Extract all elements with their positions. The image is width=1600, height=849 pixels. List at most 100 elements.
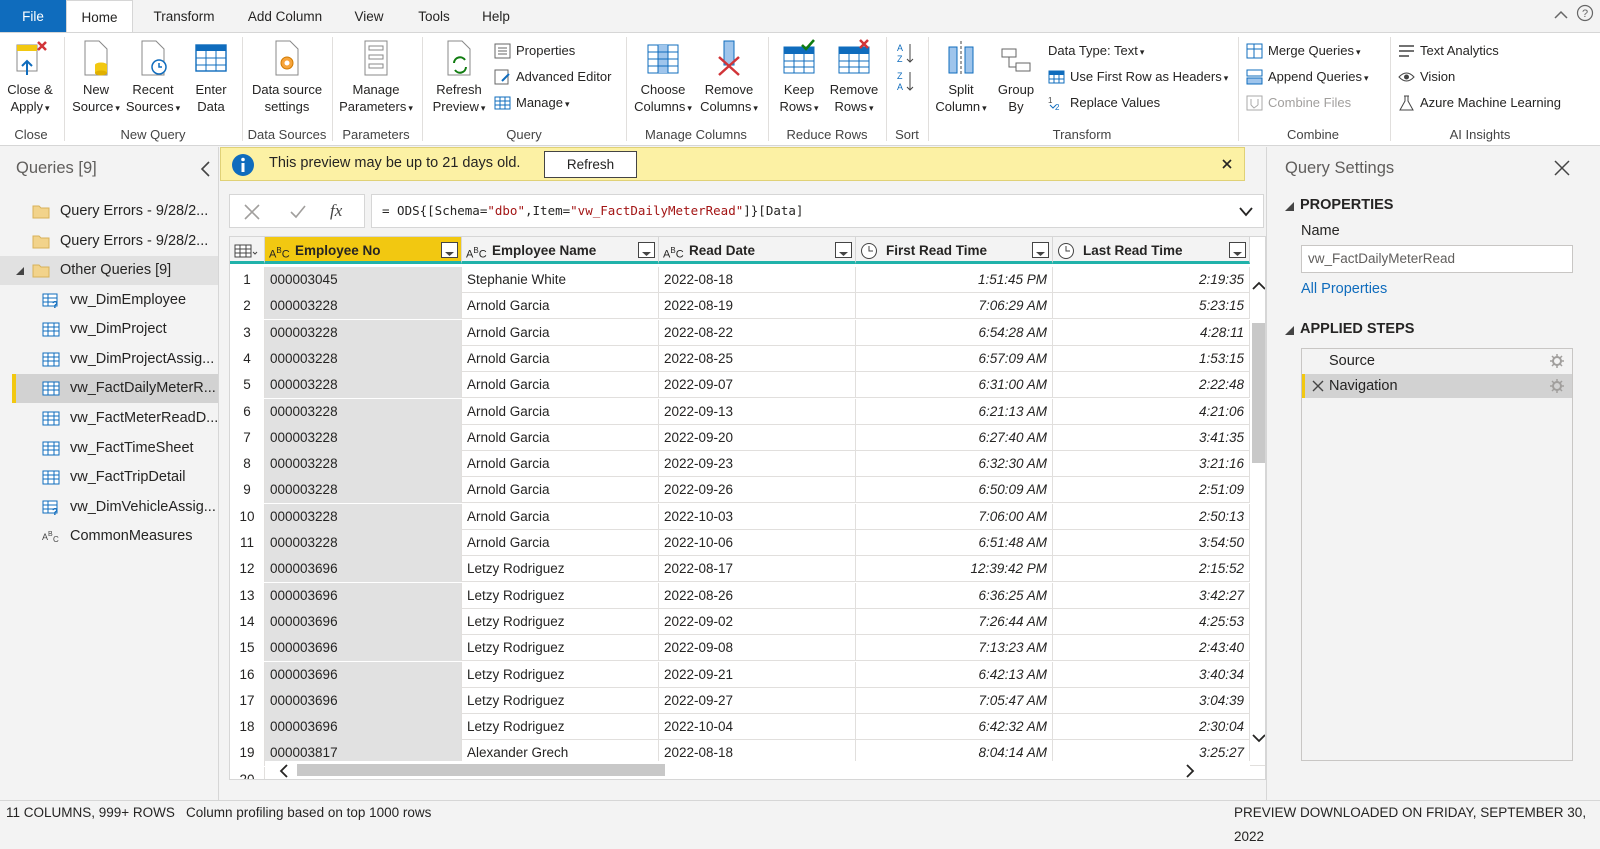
query-vw-facttripdetail[interactable]: vw_FactTripDetail — [0, 463, 218, 492]
filter-dropdown-icon[interactable] — [638, 242, 655, 258]
collapse-triangle-icon[interactable] — [1285, 202, 1295, 212]
table-cell[interactable]: 2022-08-17 — [659, 556, 856, 583]
use-first-row-headers-button[interactable]: Use First Row as Headers ▾ — [1048, 66, 1228, 88]
delete-step-icon[interactable] — [1312, 380, 1324, 392]
table-cell[interactable]: 3:42:27 — [1053, 582, 1250, 609]
table-cell[interactable]: 000003696 — [265, 608, 462, 635]
table-cell[interactable]: 7:06:00 AM — [856, 503, 1053, 530]
table-cell[interactable]: 7:13:23 AM — [856, 635, 1053, 662]
table-row[interactable]: 11 000003228 Arnold Garcia 2022-10-06 6:51:4… — [230, 530, 1265, 556]
sort-descending-icon[interactable]: ZA — [896, 69, 916, 93]
table-cell[interactable]: 2022-08-19 — [659, 293, 856, 320]
group-by-button[interactable]: Group By — [990, 39, 1042, 115]
table-cell[interactable]: 6:32:30 AM — [856, 451, 1053, 478]
table-row[interactable]: 17 000003696 Letzy Rodriguez 2022-09-27 7:05… — [230, 687, 1265, 714]
table-cell[interactable]: 000003228 — [265, 398, 462, 425]
table-cell[interactable]: 1:53:15 — [1053, 345, 1250, 372]
table-cell[interactable]: Arnold Garcia — [462, 451, 659, 478]
table-cell[interactable]: 2:51:09 — [1053, 477, 1250, 504]
close-apply-button[interactable]: Close & Apply ▾ — [2, 39, 58, 117]
table-row[interactable]: 1 000003045 Stephanie White 2022-08-18 1:51:… — [230, 267, 1265, 293]
query-vw-dimprojectassig[interactable]: vw_DimProjectAssig... — [0, 345, 218, 374]
refresh-button[interactable]: Refresh — [544, 151, 637, 178]
table-cell[interactable]: 000003228 — [265, 345, 462, 372]
table-row[interactable]: 8 000003228 Arnold Garcia 2022-09-23 6:32:30… — [230, 451, 1265, 478]
vertical-scrollbar[interactable] — [1250, 267, 1265, 757]
table-cell[interactable]: 2022-09-07 — [659, 372, 856, 399]
table-cell[interactable]: 6:31:00 AM — [856, 372, 1053, 399]
table-cell[interactable]: 2022-09-23 — [659, 451, 856, 478]
table-cell[interactable]: 2022-09-26 — [659, 477, 856, 504]
query-commonmeasures[interactable]: ABC CommonMeasures — [0, 522, 218, 551]
table-row[interactable]: 12 000003696 Letzy Rodriguez 2022-08-17 12:3… — [230, 556, 1265, 583]
table-cell[interactable]: 000003228 — [265, 319, 462, 346]
table-cell[interactable]: 000003045 — [265, 267, 462, 293]
manage-button[interactable]: Manage ▾ — [494, 92, 570, 114]
table-row[interactable]: 6 000003228 Arnold Garcia 2022-09-13 6:21:13… — [230, 398, 1265, 425]
table-row[interactable]: 13 000003696 Letzy Rodriguez 2022-08-26 6:36… — [230, 582, 1265, 609]
table-cell[interactable]: 000003696 — [265, 582, 462, 609]
chevron-down-icon[interactable] — [1238, 205, 1254, 219]
fx-icon[interactable]: fx — [330, 201, 342, 221]
step-navigation[interactable]: Navigation — [1302, 374, 1572, 398]
table-cell[interactable]: 4:28:11 — [1053, 319, 1250, 346]
table-cell[interactable]: Arnold Garcia — [462, 398, 659, 425]
table-cell[interactable]: 2022-09-27 — [659, 687, 856, 714]
refresh-preview-button[interactable]: Refresh Preview ▾ — [426, 39, 492, 117]
horizontal-scroll-thumb[interactable] — [297, 764, 665, 776]
table-cell[interactable]: Arnold Garcia — [462, 530, 659, 556]
table-cell[interactable]: 7:06:29 AM — [856, 293, 1053, 320]
table-cell[interactable]: 6:27:40 AM — [856, 424, 1053, 451]
table-cell[interactable]: 3:21:16 — [1053, 451, 1250, 478]
combine-files-button[interactable]: Combine Files — [1246, 92, 1351, 114]
table-cell[interactable]: 2022-08-25 — [659, 345, 856, 372]
vertical-scroll-thumb[interactable] — [1252, 323, 1265, 463]
table-cell[interactable]: 3:54:50 — [1053, 530, 1250, 556]
table-cell[interactable]: 7:26:44 AM — [856, 608, 1053, 635]
query-vw-factdailymeterread[interactable]: vw_FactDailyMeterR... — [12, 374, 218, 403]
replace-values-button[interactable]: 12 Replace Values — [1048, 92, 1160, 114]
new-source-button[interactable]: New Source ▾ — [68, 39, 124, 117]
properties-button[interactable]: Properties — [494, 40, 575, 62]
query-folder-errors-2[interactable]: Query Errors - 9/28/2... — [0, 227, 218, 256]
table-cell[interactable]: 2022-10-06 — [659, 530, 856, 556]
filter-dropdown-icon[interactable] — [1032, 242, 1049, 258]
split-column-button[interactable]: Split Column ▾ — [932, 39, 990, 117]
table-cell[interactable]: 7:05:47 AM — [856, 687, 1053, 714]
table-cell[interactable]: 000003228 — [265, 451, 462, 478]
table-cell[interactable]: Letzy Rodriguez — [462, 635, 659, 662]
manage-parameters-button[interactable]: Manage Parameters ▾ — [336, 39, 416, 117]
query-vw-facttimesheet[interactable]: vw_FactTimeSheet — [0, 434, 218, 463]
table-cell[interactable]: 000003696 — [265, 635, 462, 662]
recent-sources-button[interactable]: Recent Sources ▾ — [124, 39, 182, 117]
table-cell[interactable]: Letzy Rodriguez — [462, 687, 659, 714]
table-cell[interactable]: 000003228 — [265, 372, 462, 399]
gear-icon[interactable] — [1550, 354, 1564, 368]
table-cell[interactable]: 6:57:09 AM — [856, 345, 1053, 372]
filter-dropdown-icon[interactable] — [1229, 242, 1246, 258]
filter-dropdown-icon[interactable] — [835, 242, 852, 258]
all-properties-link[interactable]: All Properties — [1301, 281, 1387, 297]
table-cell[interactable]: 000003228 — [265, 293, 462, 320]
tab-file[interactable]: File — [0, 0, 66, 32]
table-cell[interactable]: 000003228 — [265, 503, 462, 530]
table-cell[interactable]: 000003696 — [265, 556, 462, 583]
collapse-pane-icon[interactable] — [198, 159, 214, 179]
table-cell[interactable]: 000003696 — [265, 687, 462, 714]
table-cell[interactable]: 2:30:04 — [1053, 714, 1250, 741]
tab-add-column[interactable]: Add Column — [236, 0, 334, 32]
column-header-employee-name[interactable]: ABC Employee Name — [462, 237, 659, 264]
table-cell[interactable]: 6:36:25 AM — [856, 582, 1053, 609]
column-header-first-read-time[interactable]: First Read Time — [856, 237, 1053, 264]
remove-rows-button[interactable]: Remove Rows ▾ — [826, 39, 882, 117]
table-cell[interactable]: 2022-08-26 — [659, 582, 856, 609]
table-cell[interactable]: 2022-09-02 — [659, 608, 856, 635]
table-cell[interactable]: 2:22:48 — [1053, 372, 1250, 399]
table-cell[interactable]: 6:51:48 AM — [856, 530, 1053, 556]
query-vw-factmeterreadd[interactable]: vw_FactMeterReadD... — [0, 404, 218, 433]
query-folder-errors-1[interactable]: Query Errors - 9/28/2... — [0, 197, 218, 226]
table-cell[interactable]: 2022-09-21 — [659, 661, 856, 688]
table-cell[interactable]: Letzy Rodriguez — [462, 556, 659, 583]
table-row[interactable]: 14 000003696 Letzy Rodriguez 2022-09-02 7:26… — [230, 608, 1265, 635]
table-cell[interactable]: 2022-10-04 — [659, 714, 856, 741]
